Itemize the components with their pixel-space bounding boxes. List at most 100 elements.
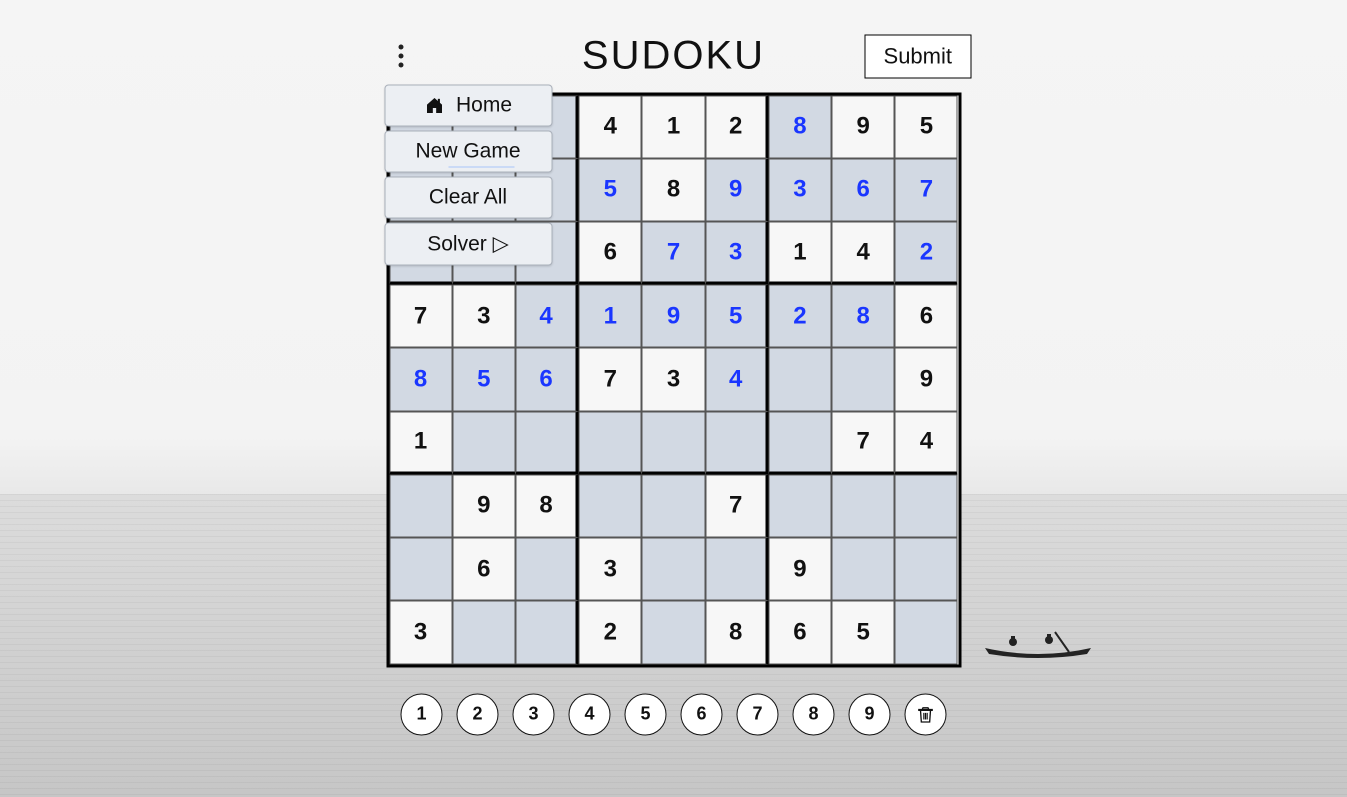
sudoku-cell[interactable]: 7: [895, 158, 958, 221]
sudoku-cell[interactable]: [768, 348, 831, 411]
sudoku-cell[interactable]: [452, 601, 515, 664]
sudoku-cell[interactable]: [579, 474, 642, 537]
page-title: SUDOKU: [582, 34, 765, 79]
sudoku-cell[interactable]: 8: [768, 95, 831, 158]
sudoku-cell[interactable]: 1: [579, 285, 642, 348]
numpad-7[interactable]: 7: [737, 693, 779, 735]
sudoku-cell[interactable]: 2: [768, 285, 831, 348]
sudoku-cell[interactable]: 9: [705, 158, 768, 221]
numpad-3[interactable]: 3: [513, 693, 555, 735]
sudoku-cell: 7: [579, 348, 642, 411]
numpad-8[interactable]: 8: [793, 693, 835, 735]
sudoku-cell[interactable]: [515, 411, 578, 474]
sudoku-cell[interactable]: [515, 538, 578, 601]
menu-item-solver[interactable]: Solver ▷: [384, 222, 552, 265]
sudoku-cell[interactable]: 8: [832, 285, 895, 348]
sudoku-cell: 7: [705, 474, 768, 537]
sudoku-cell[interactable]: [389, 538, 452, 601]
sudoku-cell[interactable]: 3: [768, 158, 831, 221]
erase-button[interactable]: [905, 693, 947, 735]
sudoku-cell: 4: [579, 95, 642, 158]
sudoku-cell[interactable]: [832, 474, 895, 537]
kebab-icon: [399, 45, 404, 50]
submit-button[interactable]: Submit: [865, 34, 971, 78]
sudoku-cell[interactable]: [515, 601, 578, 664]
sudoku-cell: 8: [642, 158, 705, 221]
number-pad: 123456789: [376, 693, 971, 735]
menu-dropdown: Home New Game Clear All Solver ▷: [384, 84, 552, 269]
menu-item-label: Solver ▷: [427, 231, 509, 256]
sudoku-cell[interactable]: 4: [705, 348, 768, 411]
numpad-9[interactable]: 9: [849, 693, 891, 735]
sudoku-cell: 2: [579, 601, 642, 664]
sudoku-cell[interactable]: [895, 601, 958, 664]
sudoku-cell[interactable]: [642, 411, 705, 474]
menu-item-clear-all[interactable]: Clear All: [384, 176, 552, 218]
sudoku-cell[interactable]: 2: [895, 221, 958, 284]
sudoku-cell: 5: [832, 601, 895, 664]
menu-item-label: Home: [456, 93, 512, 117]
sudoku-app: SUDOKU Submit Home New Game Clear All So…: [376, 30, 971, 735]
sudoku-cell[interactable]: [895, 538, 958, 601]
sudoku-cell: 1: [389, 411, 452, 474]
sudoku-cell: 3: [642, 348, 705, 411]
numpad-2[interactable]: 2: [457, 693, 499, 735]
sudoku-cell: 7: [389, 285, 452, 348]
sudoku-cell[interactable]: [895, 474, 958, 537]
sudoku-cell[interactable]: [768, 474, 831, 537]
sudoku-cell[interactable]: [579, 411, 642, 474]
menu-button[interactable]: [391, 42, 411, 70]
sudoku-cell: 6: [895, 285, 958, 348]
sudoku-cell[interactable]: [642, 601, 705, 664]
sudoku-cell[interactable]: 4: [515, 285, 578, 348]
kebab-icon: [399, 63, 404, 68]
home-icon: [424, 95, 446, 115]
sudoku-cell: 3: [452, 285, 515, 348]
sudoku-cell[interactable]: [705, 538, 768, 601]
sudoku-cell: 8: [515, 474, 578, 537]
numpad-5[interactable]: 5: [625, 693, 667, 735]
sudoku-cell: 1: [768, 221, 831, 284]
sudoku-cell: 8: [705, 601, 768, 664]
sudoku-cell: 7: [832, 411, 895, 474]
sudoku-cell[interactable]: [452, 411, 515, 474]
sudoku-cell: 9: [768, 538, 831, 601]
numpad-6[interactable]: 6: [681, 693, 723, 735]
sudoku-cell[interactable]: 7: [642, 221, 705, 284]
trash-icon: [916, 704, 936, 724]
sudoku-cell[interactable]: 3: [705, 221, 768, 284]
sudoku-cell[interactable]: 6: [832, 158, 895, 221]
sudoku-cell: 1: [642, 95, 705, 158]
sudoku-cell[interactable]: 5: [579, 158, 642, 221]
sudoku-cell[interactable]: 5: [452, 348, 515, 411]
sudoku-cell: 4: [832, 221, 895, 284]
sudoku-cell: 2: [705, 95, 768, 158]
sudoku-cell: 6: [452, 538, 515, 601]
sudoku-cell[interactable]: 5: [705, 285, 768, 348]
sudoku-cell: 6: [768, 601, 831, 664]
sudoku-cell: 3: [579, 538, 642, 601]
sudoku-cell: 3: [389, 601, 452, 664]
menu-item-home[interactable]: Home: [384, 84, 552, 126]
sudoku-cell[interactable]: [832, 538, 895, 601]
menu-item-label: New Game: [415, 139, 520, 163]
sudoku-cell: 9: [452, 474, 515, 537]
sudoku-cell[interactable]: [768, 411, 831, 474]
numpad-1[interactable]: 1: [401, 693, 443, 735]
sudoku-cell[interactable]: [705, 411, 768, 474]
top-bar: SUDOKU Submit Home New Game Clear All So…: [376, 30, 971, 82]
menu-item-label: Clear All: [429, 185, 507, 209]
sudoku-cell[interactable]: [642, 538, 705, 601]
menu-item-new-game[interactable]: New Game: [384, 130, 552, 172]
sudoku-cell[interactable]: [642, 474, 705, 537]
sudoku-cell: 4: [895, 411, 958, 474]
sudoku-cell[interactable]: [832, 348, 895, 411]
sudoku-cell: 6: [579, 221, 642, 284]
kebab-icon: [399, 54, 404, 59]
sudoku-cell[interactable]: 9: [642, 285, 705, 348]
boat-silhouette-icon: [983, 626, 1093, 658]
sudoku-cell[interactable]: 6: [515, 348, 578, 411]
sudoku-cell[interactable]: 8: [389, 348, 452, 411]
sudoku-cell[interactable]: [389, 474, 452, 537]
numpad-4[interactable]: 4: [569, 693, 611, 735]
